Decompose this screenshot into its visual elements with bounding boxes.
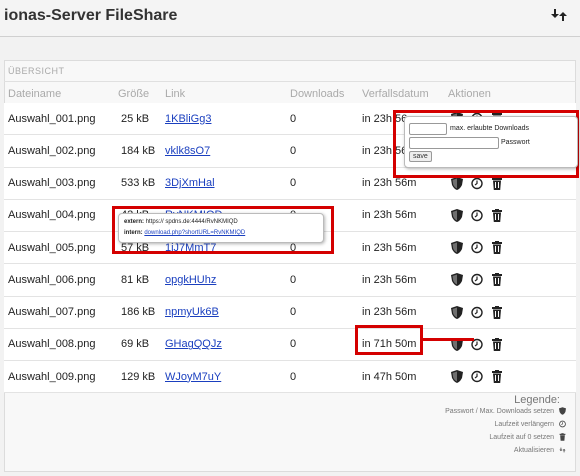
legend-title: Legende: <box>514 394 560 406</box>
shield-icon[interactable] <box>451 208 463 222</box>
file-link[interactable]: GHagQQJz <box>165 338 222 350</box>
intern-url[interactable]: download.php?shortURL=RvNKMIQD <box>144 230 245 236</box>
shield-icon <box>559 407 566 415</box>
file-link[interactable]: 3DjXmHal <box>165 177 215 189</box>
file-size: 25 kB <box>121 103 165 136</box>
legend-item-refresh: Aktualisieren <box>513 447 554 454</box>
header-name: Dateiname <box>8 88 62 100</box>
row-actions <box>448 305 576 319</box>
file-size: 184 kB <box>121 134 165 168</box>
file-name: Auswahl_005.png <box>4 231 121 265</box>
section-label: ÜBERSICHT <box>8 66 65 76</box>
file-link[interactable]: 1KBliGg3 <box>165 113 211 125</box>
highlight-expiry <box>355 325 423 355</box>
file-name: Auswahl_009.png <box>4 360 121 394</box>
trash-icon[interactable] <box>491 176 503 190</box>
file-size: 81 kB <box>121 263 165 297</box>
file-link[interactable]: opgkHUhz <box>165 274 216 286</box>
intern-link-row: intern: download.php?shortURL=RvNKMIQD <box>124 230 245 236</box>
clock-icon[interactable] <box>471 241 483 254</box>
file-size: 69 kB <box>121 328 165 362</box>
trash-icon[interactable] <box>491 305 503 319</box>
refresh-icon <box>559 447 566 453</box>
row-actions <box>448 241 576 255</box>
password-popup: max. erlaubte Downloads Passwort save <box>404 116 578 168</box>
trash-icon <box>559 433 566 441</box>
highlight-connector <box>422 338 474 341</box>
clock-icon[interactable] <box>471 306 483 319</box>
shield-icon[interactable] <box>451 241 463 255</box>
header-expiry: Verfallsdatum <box>362 88 429 100</box>
file-link[interactable]: npmyUk6B <box>165 306 219 318</box>
legend-item-reset: Laufzeit auf 0 setzen <box>489 434 554 441</box>
file-expiry: in 23h 56m <box>362 199 448 233</box>
file-size: 533 kB <box>121 167 165 200</box>
file-name: Auswahl_002.png <box>4 134 121 168</box>
row-actions <box>448 273 576 287</box>
link-popup: extern: https:// spdns.de:4444/RvNKMIQD … <box>118 213 324 243</box>
file-name: Auswahl_004.png <box>4 199 121 233</box>
file-name: Auswahl_003.png <box>4 167 121 200</box>
file-expiry: in 23h 56m <box>362 296 448 329</box>
file-link[interactable]: WJoyM7uY <box>165 371 221 383</box>
shield-icon[interactable] <box>451 370 463 384</box>
legend-item-extend: Laufzeit verlängern <box>494 421 554 428</box>
header-downloads: Downloads <box>290 88 345 100</box>
table-row: Auswahl_007.png 186 kB npmyUk6B 0 in 23h 56m <box>4 296 576 329</box>
refresh-icon[interactable] <box>550 6 568 24</box>
clock-icon[interactable] <box>471 209 483 222</box>
header-actions: Aktionen <box>448 88 491 100</box>
row-actions <box>448 208 576 222</box>
file-expiry: in 47h 50m <box>362 360 448 394</box>
shield-icon[interactable] <box>451 273 463 287</box>
file-downloads: 0 <box>290 103 362 136</box>
trash-icon[interactable] <box>491 370 503 384</box>
file-downloads: 0 <box>290 328 362 362</box>
shield-icon[interactable] <box>451 176 463 190</box>
shield-icon[interactable] <box>451 305 463 319</box>
password-field[interactable] <box>409 137 499 149</box>
trash-icon[interactable] <box>491 241 503 255</box>
file-expiry: in 23h 56m <box>362 263 448 297</box>
trash-icon[interactable] <box>491 273 503 287</box>
file-downloads: 0 <box>290 263 362 297</box>
file-size: 186 kB <box>121 296 165 329</box>
file-name: Auswahl_008.png <box>4 328 121 362</box>
header-link: Link <box>165 88 186 100</box>
max-downloads-label: max. erlaubte Downloads <box>450 125 529 132</box>
intern-label: intern: <box>124 230 143 236</box>
file-name: Auswahl_001.png <box>4 103 121 136</box>
file-downloads: 0 <box>290 296 362 329</box>
clock-icon <box>559 420 566 428</box>
file-name: Auswahl_007.png <box>4 296 121 329</box>
trash-icon[interactable] <box>491 208 503 222</box>
table-row: Auswahl_009.png 129 kB WJoyM7uY 0 in 47h 50m <box>4 360 576 394</box>
clock-icon[interactable] <box>471 370 483 383</box>
header-size: Größe <box>118 88 150 100</box>
trash-icon[interactable] <box>491 337 503 351</box>
file-downloads: 0 <box>290 360 362 394</box>
password-label: Passwort <box>501 139 530 146</box>
save-button[interactable]: save <box>409 151 432 162</box>
divider <box>4 81 576 82</box>
max-downloads-field[interactable] <box>409 123 447 135</box>
extern-link-row: extern: https:// spdns.de:4444/RvNKMIQD <box>124 219 238 225</box>
clock-icon[interactable] <box>471 177 483 190</box>
file-downloads: 0 <box>290 167 362 200</box>
table-row: Auswahl_008.png 69 kB GHagQQJz 0 in 71h 50m <box>4 328 576 362</box>
file-downloads: 0 <box>290 134 362 168</box>
table-row: Auswahl_006.png 81 kB opgkHUhz 0 in 23h 56m <box>4 263 576 297</box>
app-title: ionas-Server FileShare <box>4 7 178 24</box>
extern-url[interactable]: https:// spdns.de:4444/RvNKMIQD <box>146 219 238 225</box>
clock-icon[interactable] <box>471 273 483 286</box>
row-actions <box>448 370 576 384</box>
legend-item-password: Passwort / Max. Downloads setzen <box>445 408 554 415</box>
row-actions <box>448 176 576 190</box>
top-bar: ionas-Server FileShare <box>0 0 580 37</box>
extern-label: extern: <box>124 219 145 225</box>
file-link[interactable]: vklk8sO7 <box>165 145 210 157</box>
file-name: Auswahl_006.png <box>4 263 121 297</box>
file-expiry: in 23h 56m <box>362 231 448 265</box>
file-size: 129 kB <box>121 360 165 394</box>
